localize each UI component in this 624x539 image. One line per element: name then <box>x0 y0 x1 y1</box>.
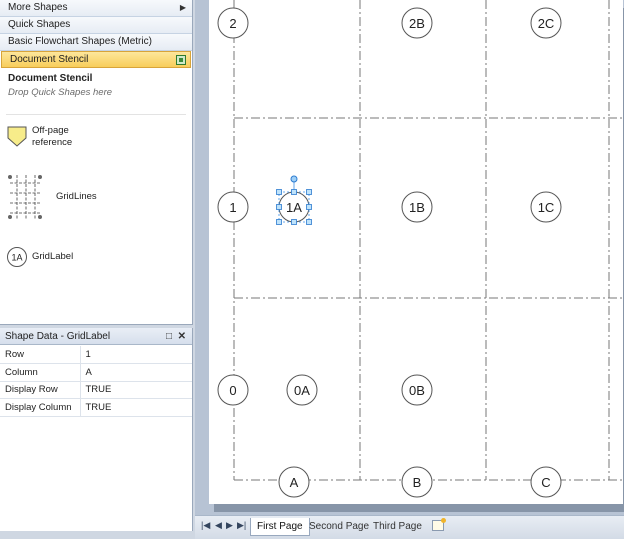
resize-handle[interactable] <box>306 219 312 225</box>
master-gridlines[interactable]: GridLines <box>6 173 97 221</box>
maximize-icon[interactable]: □ <box>166 328 172 345</box>
grid-label[interactable]: B <box>401 466 433 498</box>
resize-handle[interactable] <box>276 219 282 225</box>
table-row: Display Column TRUE <box>0 398 192 417</box>
first-page-icon[interactable]: |◀ <box>201 520 210 531</box>
master-offpage-reference[interactable]: Off-page reference <box>6 125 72 149</box>
grid-label-text: 2 <box>229 16 236 31</box>
shapes-pane: More Shapes ▶ Quick Shapes Basic Flowcha… <box>0 0 193 325</box>
grid-label[interactable]: 2B <box>401 7 433 39</box>
shape-data-pane: Shape Data - GridLabel □ ✕ Row 1 Column … <box>0 328 193 531</box>
property-name: Column <box>0 363 81 382</box>
grid-label[interactable]: 2 <box>217 7 249 39</box>
page-sheet <box>209 0 623 504</box>
page-tabs-bar: |◀ ◀ ▶ ▶| First Page Second Page Third P… <box>195 515 624 539</box>
grid-label-text: 0B <box>409 383 425 398</box>
property-value[interactable]: TRUE <box>80 381 192 399</box>
tab-first-page[interactable]: First Page <box>250 518 310 536</box>
resize-handle[interactable] <box>276 189 282 195</box>
stencil-icon <box>176 55 186 65</box>
tab-second-page[interactable]: Second Page <box>303 518 375 536</box>
master-label: Off-page reference <box>32 125 73 148</box>
grid-label-text: A <box>290 475 299 490</box>
grid-label[interactable]: C <box>530 466 562 498</box>
stencil-hint: Drop Quick Shapes here <box>8 87 113 98</box>
resize-handle[interactable] <box>306 204 312 210</box>
property-value[interactable]: TRUE <box>80 398 192 417</box>
stencil-title: Document Stencil <box>8 73 93 84</box>
grid-label[interactable]: 1B <box>401 191 433 223</box>
resize-handle[interactable] <box>276 204 282 210</box>
property-name: Display Column <box>0 398 81 417</box>
last-page-icon[interactable]: ▶| <box>237 520 246 531</box>
close-icon[interactable]: ✕ <box>178 328 186 345</box>
grid-label-text: 0 <box>229 383 236 398</box>
stencil-label: Basic Flowchart Shapes (Metric) <box>8 36 152 47</box>
table-row: Row 1 <box>0 346 192 364</box>
shape-data-title: Shape Data - GridLabel <box>5 331 111 342</box>
previous-page-icon[interactable]: ◀ <box>215 520 222 531</box>
grid-label-selected[interactable]: 1A <box>278 191 310 223</box>
master-gridlabel[interactable]: 1A GridLabel <box>6 246 73 268</box>
rotation-handle[interactable] <box>290 175 298 183</box>
grid-label[interactable]: A <box>278 466 310 498</box>
gridlabel-icon: 1A <box>7 247 27 267</box>
more-shapes-button[interactable]: More Shapes ▶ <box>0 0 192 17</box>
resize-handle[interactable] <box>291 189 297 195</box>
shape-data-header: Shape Data - GridLabel □ ✕ <box>0 328 192 345</box>
master-label: GridLabel <box>32 251 74 262</box>
grid-label[interactable]: 0B <box>401 374 433 406</box>
grid-label-text: C <box>541 475 550 490</box>
grid-label-text: 1A <box>286 200 302 215</box>
chevron-right-icon: ▶ <box>179 3 186 12</box>
grid-label-text: 1B <box>409 200 425 215</box>
tab-third-page[interactable]: Third Page <box>367 518 428 536</box>
grid-label[interactable]: 1 <box>217 191 249 223</box>
grid-label-text: 0A <box>294 383 310 398</box>
gridlines-icon <box>8 175 42 219</box>
insert-page-icon[interactable] <box>432 518 446 531</box>
grid-label-text: B <box>413 475 422 490</box>
grid-label[interactable]: 0A <box>286 374 318 406</box>
resize-handle[interactable] <box>291 219 297 225</box>
property-name: Row <box>0 346 81 364</box>
gridlabel-icon-text: 1A <box>11 253 22 263</box>
grid-label-text: 1 <box>229 200 236 215</box>
drawing-page: 2 2B 2C 1 1A 1B 1C 0 0A 0B A B C <box>209 0 624 512</box>
stencil-quick-shapes[interactable]: Quick Shapes <box>0 17 192 34</box>
stencil-label: Quick Shapes <box>8 19 71 30</box>
grid-label[interactable]: 2C <box>530 7 562 39</box>
stencil-basic-flowchart[interactable]: Basic Flowchart Shapes (Metric) <box>0 34 192 51</box>
table-row: Column A <box>0 363 192 382</box>
stencil-divider <box>6 114 186 115</box>
grid-label[interactable]: 1C <box>530 191 562 223</box>
more-shapes-label: More Shapes <box>8 2 68 13</box>
stencil-document[interactable]: Document Stencil <box>1 51 191 68</box>
grid-label-text: 2C <box>538 16 555 31</box>
property-value[interactable]: A <box>80 363 192 382</box>
grid-label-text: 1C <box>538 200 555 215</box>
property-name: Display Row <box>0 381 81 399</box>
offpage-reference-icon <box>7 126 27 147</box>
next-page-icon[interactable]: ▶ <box>226 520 233 531</box>
property-value[interactable]: 1 <box>80 346 192 364</box>
grid-label-text: 2B <box>409 16 425 31</box>
drawing-canvas[interactable]: 2 2B 2C 1 1A 1B 1C 0 0A 0B A B C <box>195 0 624 515</box>
resize-handle[interactable] <box>306 189 312 195</box>
shape-data-table: Row 1 Column A Display Row TRUE Display … <box>0 346 192 417</box>
master-label: GridLines <box>56 191 97 202</box>
grid-label[interactable]: 0 <box>217 374 249 406</box>
stencil-label: Document Stencil <box>10 54 89 65</box>
table-row: Display Row TRUE <box>0 381 192 399</box>
